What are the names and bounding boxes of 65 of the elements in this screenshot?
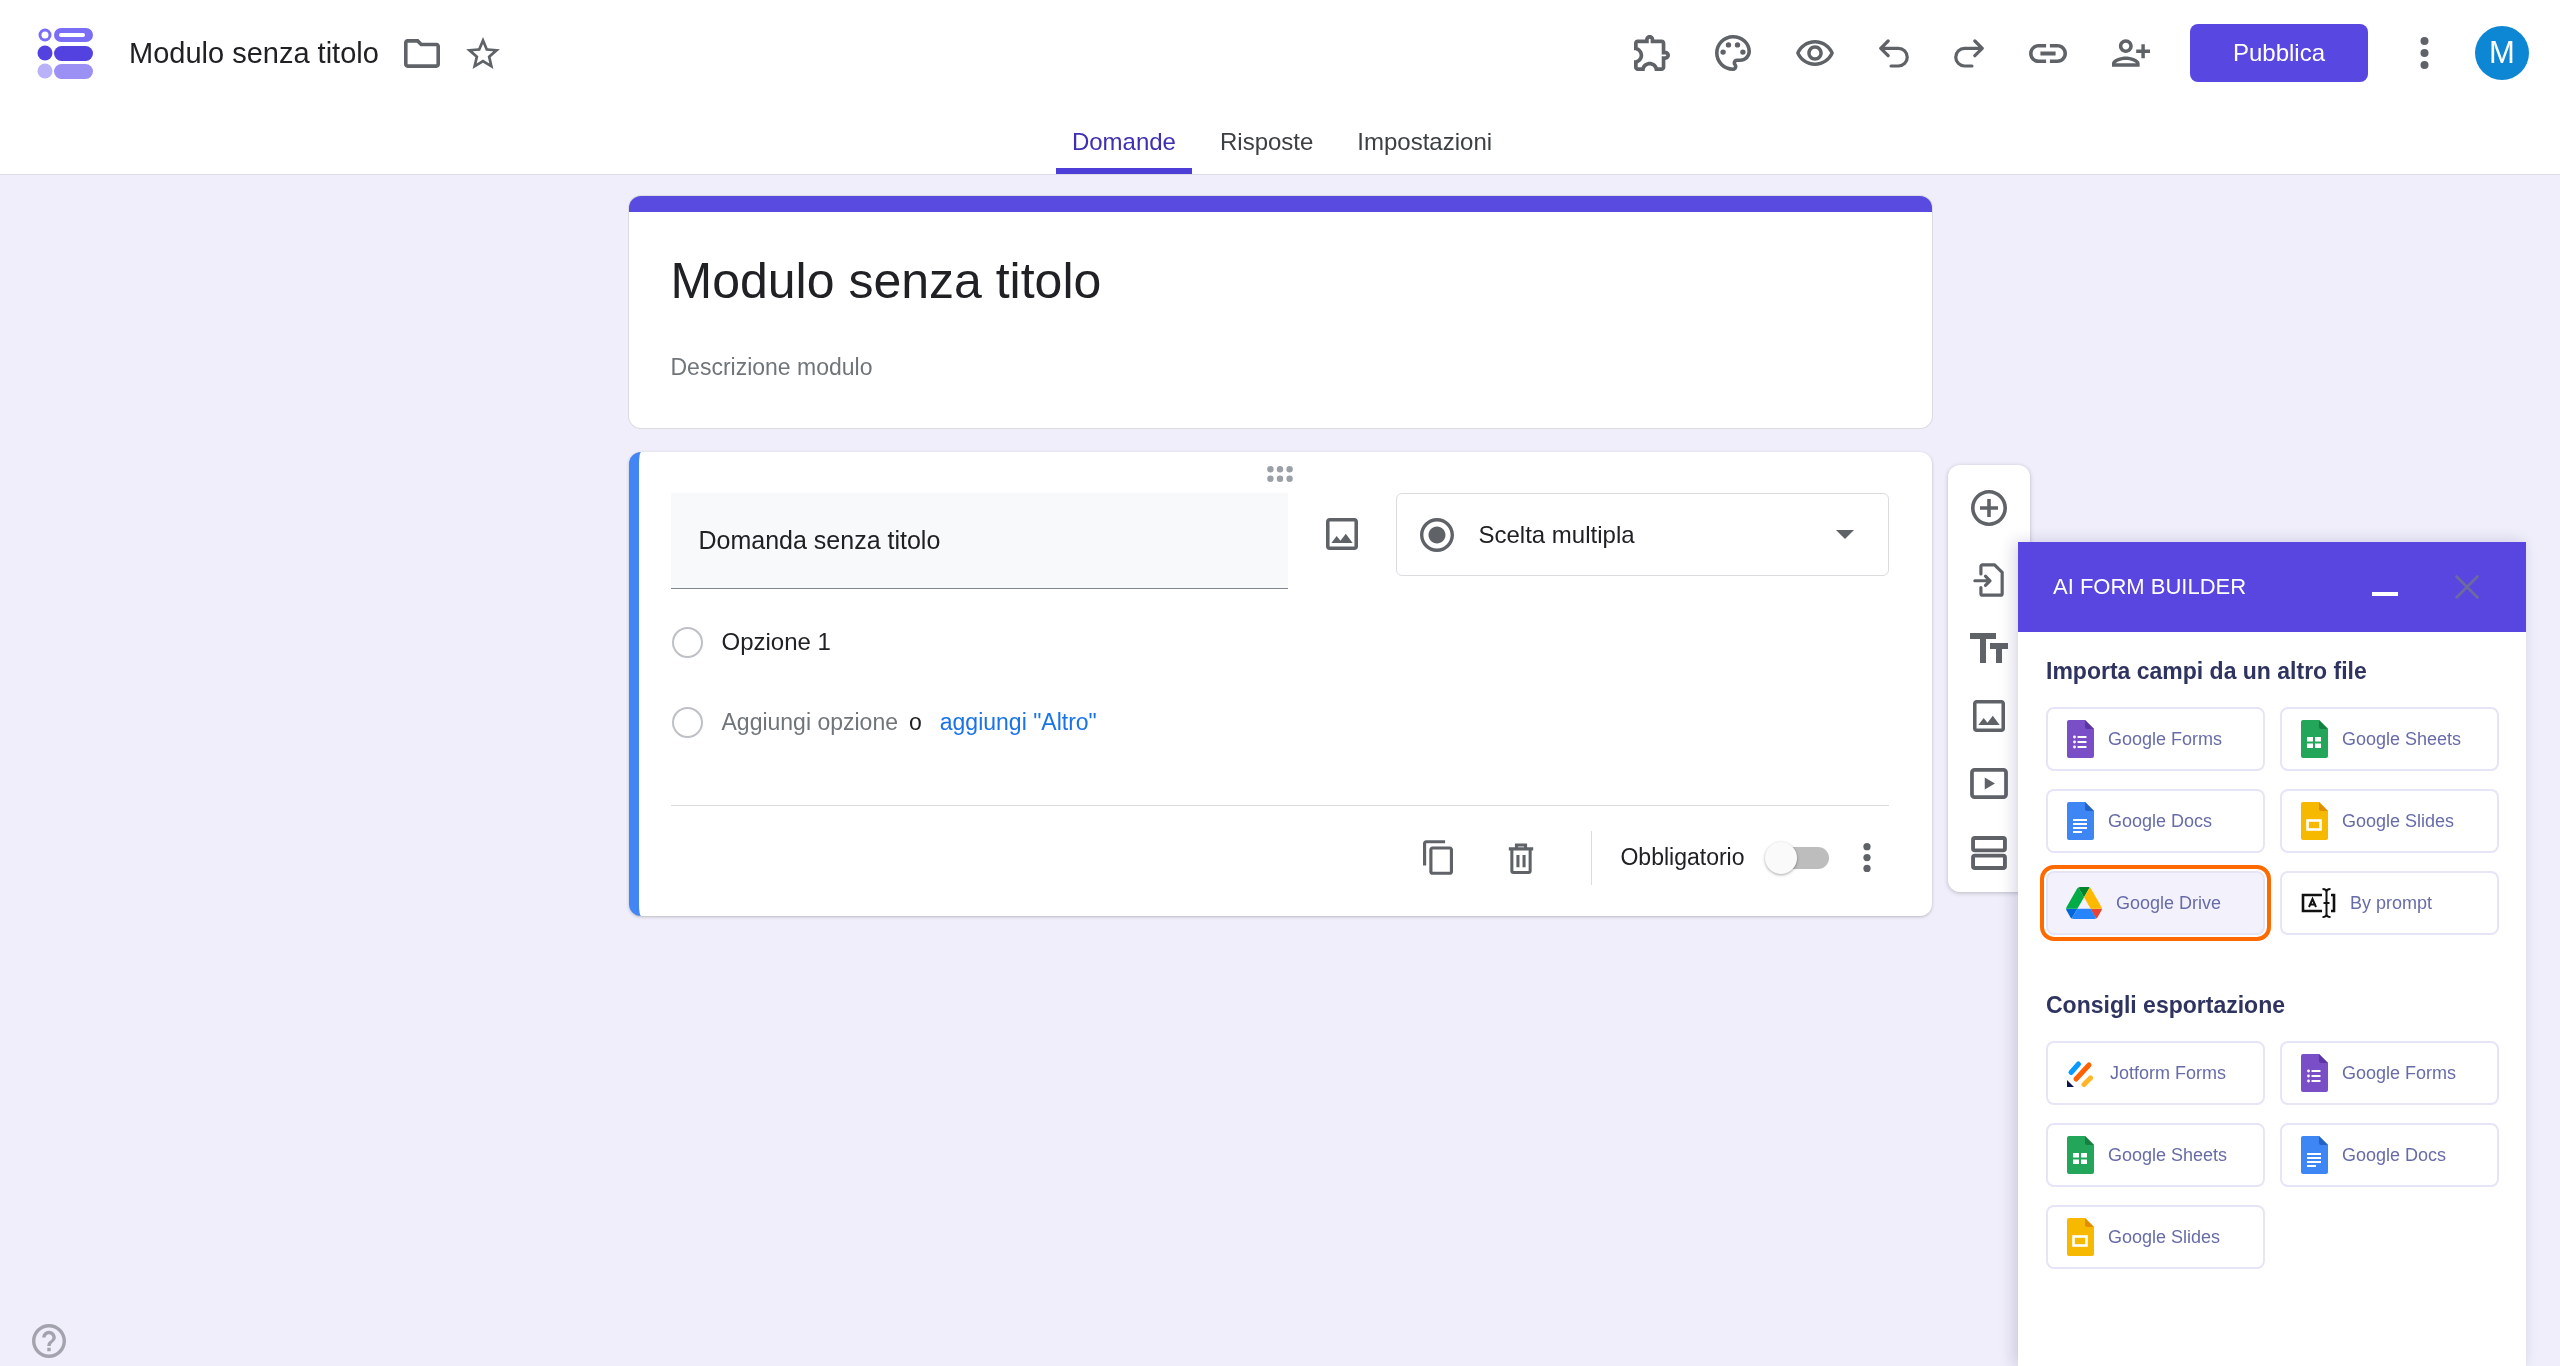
more-icon[interactable] (1862, 843, 1871, 872)
account-avatar[interactable]: M (2475, 26, 2529, 80)
caret-icon (1835, 530, 1854, 539)
diagonal-stripes-logo-icon (2066, 1058, 2096, 1088)
option-label[interactable]: Opzione 1 (721, 628, 831, 656)
triangle-logo-icon (2066, 887, 2102, 919)
add-person-icon[interactable] (2112, 39, 2150, 67)
tab[interactable]: Risposte (1203, 106, 1330, 174)
image-icon[interactable] (1972, 699, 2005, 732)
radio-button-icon (1419, 517, 1454, 552)
export-target-button[interactable]: Jotform Forms (2046, 1041, 2265, 1105)
add-option-link[interactable]: Aggiungi opzione (721, 708, 898, 736)
question-type-dropdown[interactable]: Scelta multipla (1395, 493, 1889, 576)
text-size-icon[interactable] (1969, 633, 2008, 664)
export-target-button[interactable]: Google Sheets (2046, 1123, 2265, 1187)
slides-document-icon (2300, 802, 2328, 840)
tab[interactable]: Domande (1055, 106, 1192, 174)
eye-icon[interactable] (1796, 40, 1834, 66)
required-label: Obbligatorio (1620, 844, 1745, 871)
section-icon[interactable] (1970, 835, 2007, 870)
puzzle-icon[interactable] (1634, 35, 1670, 71)
undo-icon[interactable] (1879, 38, 1909, 68)
spreadsheet-document-icon (2066, 1136, 2094, 1174)
panel-title: AI FORM BUILDER (2053, 574, 2248, 600)
import-source-button[interactable]: Google Slides (2280, 789, 2499, 853)
image-icon[interactable] (1325, 518, 1358, 550)
export-target-button[interactable]: Google Slides (2046, 1205, 2265, 1269)
or-text: o (909, 708, 922, 736)
tab[interactable]: Impostazioni (1341, 106, 1509, 174)
question-title-field[interactable]: Domanda senza titolo (670, 493, 1288, 589)
export-target-button[interactable]: Google Docs (2280, 1123, 2499, 1187)
form-title[interactable]: Modulo senza titolo (670, 246, 1102, 316)
add-other-link[interactable]: aggiungi "Altro" (939, 708, 1097, 736)
import-source-button[interactable]: Google Forms (2046, 707, 2265, 771)
radio-button-icon (671, 706, 703, 738)
text-cursor-box-icon (2300, 887, 2336, 919)
app-logo-icon[interactable] (37, 27, 93, 79)
import-source-button[interactable]: Google Sheets (2280, 707, 2499, 771)
import-source-button[interactable]: Google Docs (2046, 789, 2265, 853)
required-toggle[interactable] (1764, 841, 1829, 874)
export-target-button[interactable]: Google Forms (2280, 1041, 2499, 1105)
import-source-button[interactable]: By prompt (2280, 871, 2499, 935)
form-name[interactable]: Modulo senza titolo (129, 36, 379, 70)
folder-icon[interactable] (403, 38, 440, 68)
video-icon[interactable] (1969, 768, 2008, 800)
trash-icon[interactable] (1507, 841, 1536, 874)
section-heading: Importa campi da un altro file (2046, 657, 2368, 686)
copy-icon[interactable] (1423, 840, 1454, 875)
slides-document-icon (2066, 1218, 2094, 1256)
description-field[interactable]: Descrizione modulo (670, 349, 1890, 385)
more-icon[interactable] (2420, 37, 2429, 69)
list-document-icon (2066, 720, 2094, 758)
redo-icon[interactable] (1954, 38, 1984, 68)
radio-button-icon (671, 626, 703, 658)
spreadsheet-document-icon (2300, 720, 2328, 758)
text-document-icon (2300, 1136, 2328, 1174)
text-document-icon (2066, 802, 2094, 840)
palette-icon[interactable] (1715, 35, 1751, 71)
link-icon[interactable] (2029, 43, 2067, 63)
publish-button[interactable]: Pubblica (2190, 24, 2368, 82)
star-icon[interactable] (465, 37, 500, 69)
section-heading: Consigli esportazione (2046, 991, 2286, 1020)
list-document-icon (2300, 1054, 2328, 1092)
import-file-icon[interactable] (1973, 562, 2004, 597)
drag-handle-icon[interactable] (1266, 465, 1293, 482)
